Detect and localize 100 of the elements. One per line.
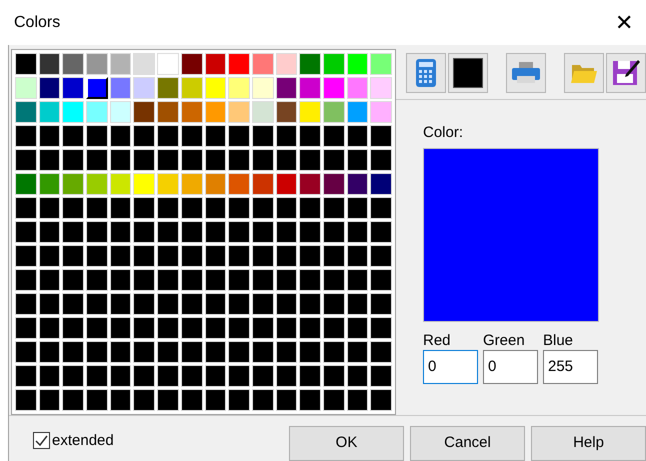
color-swatch[interactable] xyxy=(276,101,298,123)
color-swatch[interactable] xyxy=(110,101,132,123)
color-swatch[interactable] xyxy=(86,269,108,291)
color-swatch[interactable] xyxy=(204,125,226,147)
color-swatch[interactable] xyxy=(204,173,226,195)
color-swatch[interactable] xyxy=(299,365,321,387)
color-swatch[interactable] xyxy=(38,173,60,195)
color-swatch[interactable] xyxy=(62,221,84,243)
color-swatch[interactable] xyxy=(299,53,321,75)
color-swatch[interactable] xyxy=(157,365,179,387)
color-swatch[interactable] xyxy=(370,173,392,195)
color-swatch[interactable] xyxy=(110,389,132,411)
color-swatch[interactable] xyxy=(62,149,84,171)
color-swatch[interactable] xyxy=(204,77,226,99)
color-swatch[interactable] xyxy=(228,389,250,411)
color-swatch[interactable] xyxy=(110,149,132,171)
color-swatch[interactable] xyxy=(110,77,132,99)
color-swatch[interactable] xyxy=(133,293,156,315)
color-swatch[interactable] xyxy=(38,365,60,387)
color-swatch[interactable] xyxy=(252,197,274,219)
color-swatch[interactable] xyxy=(346,245,368,267)
color-swatch[interactable] xyxy=(157,77,179,99)
color-swatch[interactable] xyxy=(204,293,226,315)
print-button[interactable] xyxy=(506,53,546,93)
color-swatch[interactable] xyxy=(276,149,298,171)
color-swatch[interactable] xyxy=(157,173,179,195)
color-swatch[interactable] xyxy=(370,197,392,219)
color-swatch[interactable] xyxy=(276,317,298,339)
color-swatch[interactable] xyxy=(62,365,84,387)
color-swatch[interactable] xyxy=(15,317,37,339)
color-swatch[interactable] xyxy=(133,389,156,411)
color-swatch[interactable] xyxy=(38,101,60,123)
close-button[interactable]: ✕ xyxy=(610,12,638,34)
color-swatch[interactable] xyxy=(228,149,250,171)
color-swatch[interactable] xyxy=(276,197,298,219)
color-swatch[interactable] xyxy=(346,125,368,147)
color-swatch[interactable] xyxy=(299,149,321,171)
color-swatch[interactable] xyxy=(86,197,108,219)
color-swatch[interactable] xyxy=(180,269,202,291)
color-swatch[interactable] xyxy=(322,341,345,363)
color-swatch[interactable] xyxy=(228,269,250,291)
color-swatch[interactable] xyxy=(252,173,274,195)
color-swatch[interactable] xyxy=(346,221,368,243)
color-swatch[interactable] xyxy=(204,101,226,123)
color-swatch[interactable] xyxy=(180,77,202,99)
color-swatch[interactable] xyxy=(86,125,108,147)
current-color-button[interactable] xyxy=(448,53,488,93)
color-swatch[interactable] xyxy=(370,125,392,147)
color-swatch[interactable] xyxy=(38,221,60,243)
color-swatch[interactable] xyxy=(346,389,368,411)
color-swatch[interactable] xyxy=(252,365,274,387)
color-swatch[interactable] xyxy=(86,245,108,267)
color-swatch[interactable] xyxy=(276,221,298,243)
color-swatch[interactable] xyxy=(346,149,368,171)
color-swatch[interactable] xyxy=(228,77,250,99)
color-swatch[interactable] xyxy=(133,197,156,219)
color-swatch[interactable] xyxy=(15,197,37,219)
color-swatch[interactable] xyxy=(180,53,202,75)
color-swatch[interactable] xyxy=(38,269,60,291)
color-swatch[interactable] xyxy=(180,341,202,363)
color-swatch[interactable] xyxy=(15,125,37,147)
color-swatch[interactable] xyxy=(299,125,321,147)
color-swatch[interactable] xyxy=(252,77,274,99)
color-swatch[interactable] xyxy=(62,125,84,147)
color-swatch[interactable] xyxy=(322,365,345,387)
color-swatch[interactable] xyxy=(15,173,37,195)
color-swatch[interactable] xyxy=(110,365,132,387)
color-swatch[interactable] xyxy=(228,317,250,339)
color-swatch[interactable] xyxy=(322,173,345,195)
color-swatch[interactable] xyxy=(252,149,274,171)
color-swatch[interactable] xyxy=(322,293,345,315)
color-swatch[interactable] xyxy=(62,389,84,411)
color-swatch[interactable] xyxy=(370,293,392,315)
color-swatch[interactable] xyxy=(157,293,179,315)
color-swatch[interactable] xyxy=(62,269,84,291)
color-swatch[interactable] xyxy=(133,125,156,147)
color-swatch[interactable] xyxy=(204,221,226,243)
color-swatch[interactable] xyxy=(133,317,156,339)
color-swatch[interactable] xyxy=(180,293,202,315)
color-swatch[interactable] xyxy=(228,53,250,75)
color-swatch[interactable] xyxy=(180,101,202,123)
color-swatch[interactable] xyxy=(133,101,156,123)
color-swatch[interactable] xyxy=(299,389,321,411)
color-swatch[interactable] xyxy=(133,149,156,171)
color-swatch[interactable] xyxy=(322,53,345,75)
color-swatch[interactable] xyxy=(322,101,345,123)
color-swatch[interactable] xyxy=(157,389,179,411)
color-swatch[interactable] xyxy=(38,245,60,267)
color-swatch[interactable] xyxy=(370,245,392,267)
color-swatch[interactable] xyxy=(322,149,345,171)
color-swatch[interactable] xyxy=(38,389,60,411)
color-swatch[interactable] xyxy=(299,293,321,315)
color-swatch[interactable] xyxy=(110,53,132,75)
color-swatch[interactable] xyxy=(228,197,250,219)
value-field[interactable]: 255 xyxy=(543,350,598,384)
color-swatch[interactable] xyxy=(157,149,179,171)
color-swatch[interactable] xyxy=(157,221,179,243)
color-swatch[interactable] xyxy=(157,197,179,219)
color-swatch[interactable] xyxy=(133,77,156,99)
color-swatch[interactable] xyxy=(252,101,274,123)
